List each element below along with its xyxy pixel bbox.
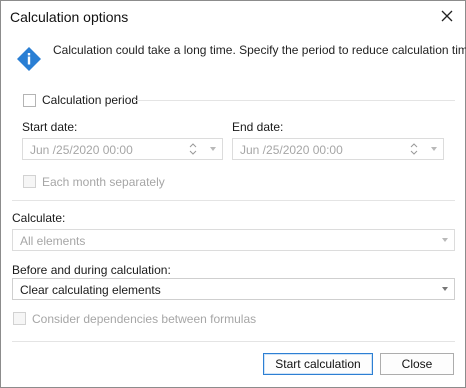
calculate-select[interactable]: All elements: [12, 229, 455, 251]
dialog-title: Calculation options: [10, 9, 129, 25]
calculation-period-checkbox[interactable]: [23, 94, 36, 107]
before-during-select[interactable]: Clear calculating elements: [12, 278, 455, 300]
before-during-label: Before and during calculation:: [12, 263, 171, 277]
start-date-dropdown-icon[interactable]: [210, 147, 216, 151]
info-diamond-icon: [16, 46, 42, 72]
end-date-dropdown-icon[interactable]: [431, 147, 437, 151]
calculate-value: All elements: [20, 234, 86, 248]
calculation-period-label: Calculation period: [42, 93, 139, 107]
calculate-label: Calculate:: [12, 211, 66, 225]
start-calculation-button[interactable]: Start calculation: [263, 353, 373, 375]
each-month-label: Each month separately: [42, 175, 165, 189]
end-date-value: Jun /25/2020 00:00: [240, 143, 343, 157]
period-divider: [134, 100, 455, 101]
footer-divider: [12, 341, 455, 342]
close-button[interactable]: Close: [380, 353, 454, 375]
each-month-checkbox[interactable]: [23, 175, 36, 188]
start-date-spinner[interactable]: [189, 141, 197, 157]
calculate-dropdown-icon[interactable]: [442, 238, 448, 242]
before-during-value: Clear calculating elements: [20, 283, 161, 297]
before-during-dropdown-icon[interactable]: [442, 287, 448, 291]
close-icon[interactable]: [438, 7, 456, 25]
dependencies-checkbox[interactable]: [13, 312, 26, 325]
start-date-input[interactable]: Jun /25/2020 00:00: [22, 138, 223, 160]
end-date-spinner[interactable]: [410, 141, 418, 157]
info-message: Calculation could take a long time. Spec…: [53, 43, 466, 57]
start-date-value: Jun /25/2020 00:00: [30, 143, 133, 157]
calculation-options-dialog: Calculation options Calculation could ta…: [0, 0, 466, 388]
end-date-label: End date:: [232, 120, 284, 134]
title-bar: Calculation options: [1, 1, 465, 33]
start-date-label: Start date:: [22, 120, 78, 134]
section-divider: [12, 200, 455, 201]
dependencies-label: Consider dependencies between formulas: [32, 312, 257, 326]
end-date-input[interactable]: Jun /25/2020 00:00: [232, 138, 444, 160]
